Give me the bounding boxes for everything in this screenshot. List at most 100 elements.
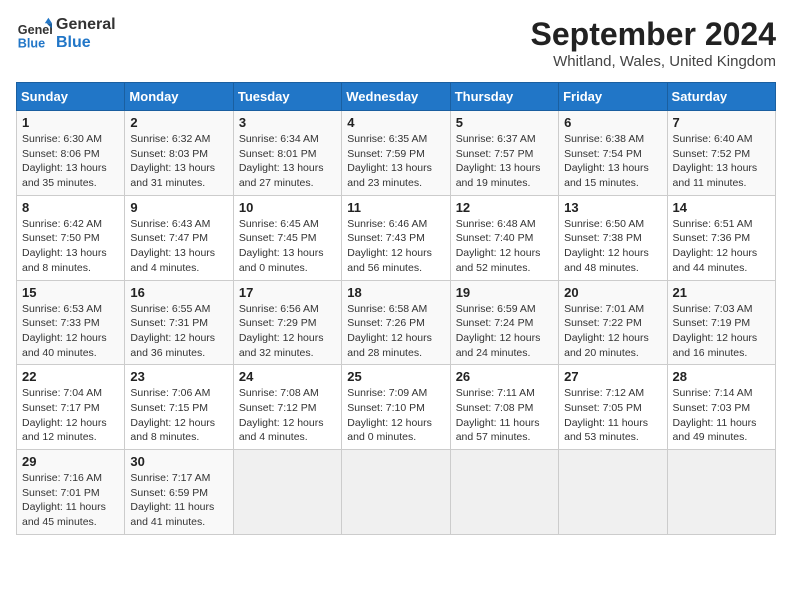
- weekday-header-row: Sunday Monday Tuesday Wednesday Thursday…: [17, 83, 776, 111]
- header-thursday: Thursday: [450, 83, 558, 111]
- calendar-cell: 19 Sunrise: 6:59 AMSunset: 7:24 PMDaylig…: [450, 280, 558, 365]
- calendar-cell: 15 Sunrise: 6:53 AMSunset: 7:33 PMDaylig…: [17, 280, 125, 365]
- title-area: September 2024 Whitland, Wales, United K…: [531, 16, 776, 70]
- svg-text:General: General: [18, 23, 52, 37]
- svg-text:Blue: Blue: [18, 37, 45, 51]
- calendar-cell: 29 Sunrise: 7:16 AMSunset: 7:01 PMDaylig…: [17, 450, 125, 535]
- logo-icon: General Blue: [16, 16, 52, 52]
- calendar-cell: [233, 450, 341, 535]
- day-number: 25: [347, 369, 444, 384]
- day-info: Sunrise: 6:34 AMSunset: 8:01 PMDaylight:…: [239, 132, 336, 191]
- day-number: 20: [564, 285, 661, 300]
- month-title: September 2024: [531, 16, 776, 53]
- day-info: Sunrise: 6:48 AMSunset: 7:40 PMDaylight:…: [456, 217, 553, 276]
- header-friday: Friday: [559, 83, 667, 111]
- day-number: 19: [456, 285, 553, 300]
- day-info: Sunrise: 6:51 AMSunset: 7:36 PMDaylight:…: [673, 217, 770, 276]
- calendar-cell: 26 Sunrise: 7:11 AMSunset: 7:08 PMDaylig…: [450, 365, 558, 450]
- calendar-week-row: 22 Sunrise: 7:04 AMSunset: 7:17 PMDaylig…: [17, 365, 776, 450]
- day-info: Sunrise: 7:14 AMSunset: 7:03 PMDaylight:…: [673, 386, 770, 445]
- calendar-cell: 10 Sunrise: 6:45 AMSunset: 7:45 PMDaylig…: [233, 195, 341, 280]
- calendar-cell: 22 Sunrise: 7:04 AMSunset: 7:17 PMDaylig…: [17, 365, 125, 450]
- calendar-cell: 9 Sunrise: 6:43 AMSunset: 7:47 PMDayligh…: [125, 195, 233, 280]
- calendar-cell: 4 Sunrise: 6:35 AMSunset: 7:59 PMDayligh…: [342, 111, 450, 196]
- day-number: 4: [347, 115, 444, 130]
- day-number: 9: [130, 200, 227, 215]
- day-info: Sunrise: 6:43 AMSunset: 7:47 PMDaylight:…: [130, 217, 227, 276]
- day-number: 5: [456, 115, 553, 130]
- day-info: Sunrise: 6:40 AMSunset: 7:52 PMDaylight:…: [673, 132, 770, 191]
- header-sunday: Sunday: [17, 83, 125, 111]
- day-number: 16: [130, 285, 227, 300]
- day-info: Sunrise: 6:45 AMSunset: 7:45 PMDaylight:…: [239, 217, 336, 276]
- calendar-cell: 17 Sunrise: 6:56 AMSunset: 7:29 PMDaylig…: [233, 280, 341, 365]
- day-number: 29: [22, 454, 119, 469]
- day-number: 1: [22, 115, 119, 130]
- day-number: 12: [456, 200, 553, 215]
- logo: General Blue General Blue: [16, 16, 116, 52]
- calendar-cell: 21 Sunrise: 7:03 AMSunset: 7:19 PMDaylig…: [667, 280, 775, 365]
- day-info: Sunrise: 7:04 AMSunset: 7:17 PMDaylight:…: [22, 386, 119, 445]
- calendar-cell: 23 Sunrise: 7:06 AMSunset: 7:15 PMDaylig…: [125, 365, 233, 450]
- header-saturday: Saturday: [667, 83, 775, 111]
- day-info: Sunrise: 6:35 AMSunset: 7:59 PMDaylight:…: [347, 132, 444, 191]
- day-number: 11: [347, 200, 444, 215]
- day-info: Sunrise: 7:01 AMSunset: 7:22 PMDaylight:…: [564, 302, 661, 361]
- calendar-cell: 5 Sunrise: 6:37 AMSunset: 7:57 PMDayligh…: [450, 111, 558, 196]
- calendar-cell: [559, 450, 667, 535]
- calendar-cell: 2 Sunrise: 6:32 AMSunset: 8:03 PMDayligh…: [125, 111, 233, 196]
- day-number: 23: [130, 369, 227, 384]
- calendar-cell: 13 Sunrise: 6:50 AMSunset: 7:38 PMDaylig…: [559, 195, 667, 280]
- calendar-cell: 28 Sunrise: 7:14 AMSunset: 7:03 PMDaylig…: [667, 365, 775, 450]
- day-info: Sunrise: 7:09 AMSunset: 7:10 PMDaylight:…: [347, 386, 444, 445]
- calendar-cell: [342, 450, 450, 535]
- header-wednesday: Wednesday: [342, 83, 450, 111]
- day-number: 27: [564, 369, 661, 384]
- page-header: General Blue General Blue September 2024…: [16, 16, 776, 70]
- day-info: Sunrise: 6:42 AMSunset: 7:50 PMDaylight:…: [22, 217, 119, 276]
- day-number: 10: [239, 200, 336, 215]
- logo-line1: General: [56, 16, 116, 34]
- calendar-cell: 3 Sunrise: 6:34 AMSunset: 8:01 PMDayligh…: [233, 111, 341, 196]
- day-number: 18: [347, 285, 444, 300]
- calendar-cell: 7 Sunrise: 6:40 AMSunset: 7:52 PMDayligh…: [667, 111, 775, 196]
- day-info: Sunrise: 7:08 AMSunset: 7:12 PMDaylight:…: [239, 386, 336, 445]
- calendar-cell: 20 Sunrise: 7:01 AMSunset: 7:22 PMDaylig…: [559, 280, 667, 365]
- day-info: Sunrise: 6:46 AMSunset: 7:43 PMDaylight:…: [347, 217, 444, 276]
- calendar-cell: 30 Sunrise: 7:17 AMSunset: 6:59 PMDaylig…: [125, 450, 233, 535]
- day-number: 2: [130, 115, 227, 130]
- day-info: Sunrise: 6:38 AMSunset: 7:54 PMDaylight:…: [564, 132, 661, 191]
- calendar-cell: 6 Sunrise: 6:38 AMSunset: 7:54 PMDayligh…: [559, 111, 667, 196]
- calendar-week-row: 15 Sunrise: 6:53 AMSunset: 7:33 PMDaylig…: [17, 280, 776, 365]
- header-monday: Monday: [125, 83, 233, 111]
- calendar-week-row: 29 Sunrise: 7:16 AMSunset: 7:01 PMDaylig…: [17, 450, 776, 535]
- day-info: Sunrise: 6:58 AMSunset: 7:26 PMDaylight:…: [347, 302, 444, 361]
- day-info: Sunrise: 7:16 AMSunset: 7:01 PMDaylight:…: [22, 471, 119, 530]
- day-info: Sunrise: 7:06 AMSunset: 7:15 PMDaylight:…: [130, 386, 227, 445]
- calendar-week-row: 8 Sunrise: 6:42 AMSunset: 7:50 PMDayligh…: [17, 195, 776, 280]
- day-info: Sunrise: 7:17 AMSunset: 6:59 PMDaylight:…: [130, 471, 227, 530]
- calendar-cell: 18 Sunrise: 6:58 AMSunset: 7:26 PMDaylig…: [342, 280, 450, 365]
- day-number: 3: [239, 115, 336, 130]
- calendar-cell: 25 Sunrise: 7:09 AMSunset: 7:10 PMDaylig…: [342, 365, 450, 450]
- day-info: Sunrise: 6:55 AMSunset: 7:31 PMDaylight:…: [130, 302, 227, 361]
- calendar-week-row: 1 Sunrise: 6:30 AMSunset: 8:06 PMDayligh…: [17, 111, 776, 196]
- day-number: 21: [673, 285, 770, 300]
- day-info: Sunrise: 6:56 AMSunset: 7:29 PMDaylight:…: [239, 302, 336, 361]
- calendar-cell: [450, 450, 558, 535]
- day-number: 26: [456, 369, 553, 384]
- day-number: 15: [22, 285, 119, 300]
- calendar-cell: 12 Sunrise: 6:48 AMSunset: 7:40 PMDaylig…: [450, 195, 558, 280]
- calendar-cell: 1 Sunrise: 6:30 AMSunset: 8:06 PMDayligh…: [17, 111, 125, 196]
- day-number: 7: [673, 115, 770, 130]
- calendar-cell: 16 Sunrise: 6:55 AMSunset: 7:31 PMDaylig…: [125, 280, 233, 365]
- day-info: Sunrise: 7:11 AMSunset: 7:08 PMDaylight:…: [456, 386, 553, 445]
- day-number: 6: [564, 115, 661, 130]
- day-number: 24: [239, 369, 336, 384]
- logo-line2: Blue: [56, 34, 116, 52]
- day-info: Sunrise: 7:03 AMSunset: 7:19 PMDaylight:…: [673, 302, 770, 361]
- day-number: 17: [239, 285, 336, 300]
- day-info: Sunrise: 6:50 AMSunset: 7:38 PMDaylight:…: [564, 217, 661, 276]
- day-number: 30: [130, 454, 227, 469]
- day-info: Sunrise: 6:53 AMSunset: 7:33 PMDaylight:…: [22, 302, 119, 361]
